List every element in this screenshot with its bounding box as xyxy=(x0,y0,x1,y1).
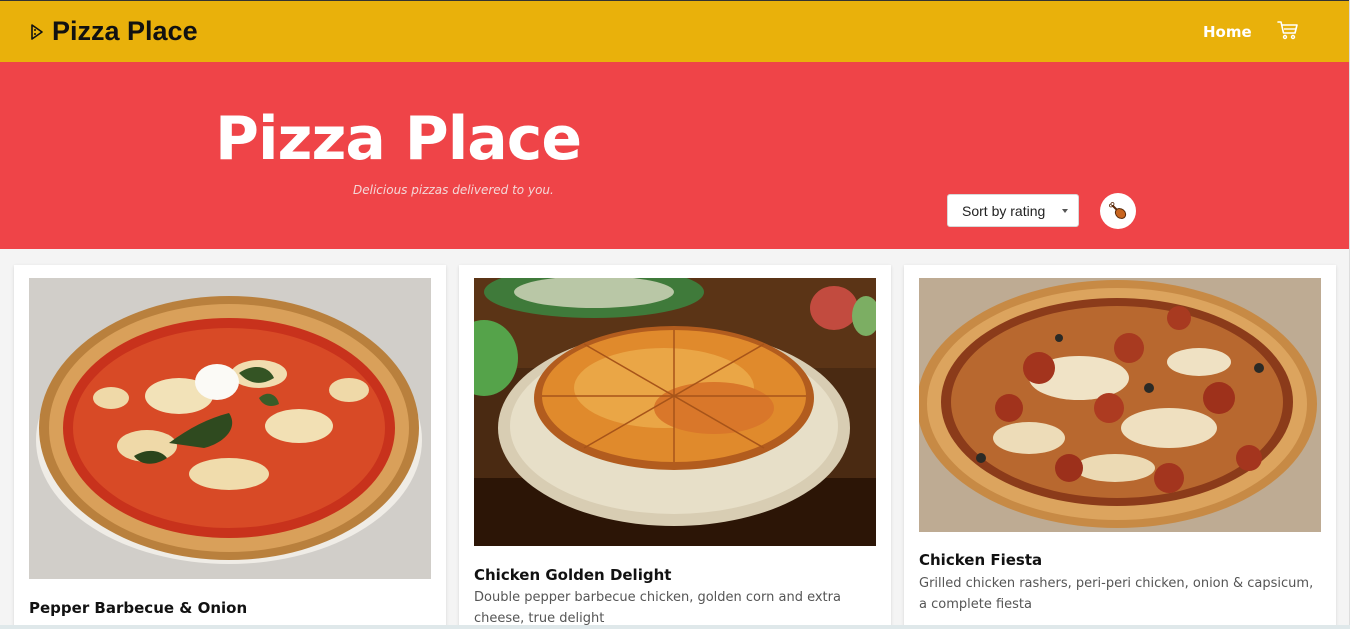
nonveg-filter-button[interactable] xyxy=(1100,193,1136,229)
horizontal-scrollbar[interactable] xyxy=(0,625,1350,629)
product-name: Chicken Golden Delight xyxy=(474,566,672,584)
hero-subtitle: Delicious pizzas delivered to you. xyxy=(353,183,554,197)
cheese-pizza-photo xyxy=(474,278,876,546)
product-card[interactable]: Chicken Golden Delight Double pepper bar… xyxy=(459,265,891,629)
product-description: Grilled chicken rashers, peri-peri chick… xyxy=(919,576,1314,612)
shopping-cart-icon[interactable] xyxy=(1277,20,1299,40)
brand-name: Pizza Place xyxy=(52,16,198,46)
product-name: Pepper Barbecue & Onion xyxy=(29,599,248,617)
product-card[interactable]: Pepper Barbecue & Onion xyxy=(14,265,446,629)
product-description: Double pepper barbecue chicken, golden c… xyxy=(474,590,841,626)
chicken-leg-icon xyxy=(1109,202,1127,219)
caret-down-icon xyxy=(1062,209,1068,213)
product-grid: Pepper Barbecue & Onion Chicken Golden D… xyxy=(0,249,1350,629)
hero-title: Pizza Place xyxy=(215,104,582,174)
pizza-slice-icon xyxy=(31,23,43,40)
margherita-pizza-photo xyxy=(29,278,431,579)
brand-link[interactable]: Pizza Place xyxy=(30,16,198,47)
sort-dropdown[interactable]: Sort by rating xyxy=(947,194,1079,227)
hero-banner: Pizza Place Delicious pizzas delivered t… xyxy=(0,62,1350,249)
product-name: Chicken Fiesta xyxy=(919,551,1043,569)
sort-dropdown-value: Sort by rating xyxy=(962,202,1046,219)
navbar: Pizza Place Home xyxy=(0,1,1350,62)
pepperoni-pizza-photo xyxy=(919,278,1321,532)
nav-home-link[interactable]: Home xyxy=(1203,23,1252,41)
product-card[interactable]: Chicken Fiesta Grilled chicken rashers, … xyxy=(904,265,1336,629)
